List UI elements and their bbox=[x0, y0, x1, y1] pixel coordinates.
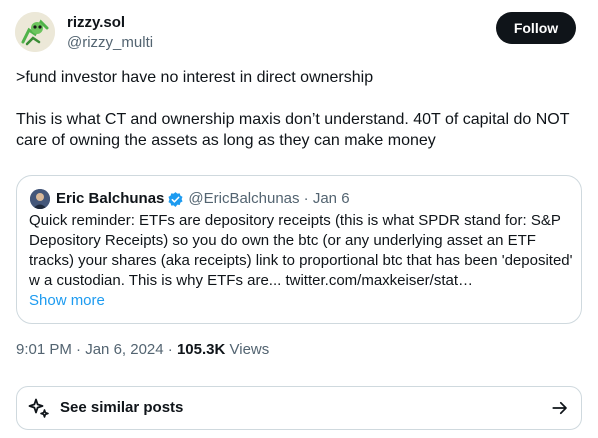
quoted-author-avatar[interactable] bbox=[30, 189, 50, 209]
show-more-link[interactable]: Show more bbox=[29, 291, 105, 311]
tweet-text-line-2: This is what CT and ownership maxis don’… bbox=[16, 111, 570, 149]
author-avatar[interactable] bbox=[15, 12, 55, 52]
person-avatar-icon bbox=[30, 189, 50, 209]
views-label: Views bbox=[229, 341, 270, 358]
see-similar-posts-button[interactable]: See similar posts bbox=[16, 386, 582, 430]
quoted-tweet-header: Eric Balchunas @EricBalchunas · Jan 6 bbox=[56, 189, 350, 209]
tweet-time[interactable]: 9:01 PM bbox=[16, 341, 72, 358]
quoted-author-name[interactable]: Eric Balchunas bbox=[56, 189, 164, 209]
quoted-tweet-card[interactable]: Eric Balchunas @EricBalchunas · Jan 6 Qu… bbox=[16, 175, 582, 324]
views-count: 105.3K bbox=[176, 341, 226, 358]
author-handle[interactable]: @rizzy_multi bbox=[67, 33, 153, 53]
separator-dot: · bbox=[76, 341, 86, 358]
quoted-tweet-date[interactable]: Jan 6 bbox=[313, 189, 350, 209]
quoted-tweet-text: Quick reminder: ETFs are depository rece… bbox=[29, 212, 573, 289]
see-similar-posts-label: See similar posts bbox=[60, 399, 184, 416]
arrow-right-icon bbox=[551, 399, 569, 417]
separator-dot: · bbox=[167, 341, 177, 358]
follow-button[interactable]: Follow bbox=[496, 12, 576, 44]
tweet-date[interactable]: Jan 6, 2024 bbox=[85, 341, 163, 358]
tweet-meta: 9:01 PM · Jan 6, 2024 · 105.3K Views bbox=[16, 340, 269, 360]
tweet-text-line-1: >fund investor have no interest in direc… bbox=[16, 69, 374, 86]
sparkle-icon bbox=[27, 397, 51, 421]
verified-badge-icon bbox=[167, 191, 184, 208]
tweet-text: >fund investor have no interest in direc… bbox=[16, 67, 576, 151]
separator-dot: · bbox=[299, 190, 313, 207]
frog-avatar-icon bbox=[15, 12, 55, 52]
quoted-author-handle[interactable]: @EricBalchunas bbox=[188, 189, 299, 209]
author-name[interactable]: rizzy.sol bbox=[67, 13, 125, 33]
